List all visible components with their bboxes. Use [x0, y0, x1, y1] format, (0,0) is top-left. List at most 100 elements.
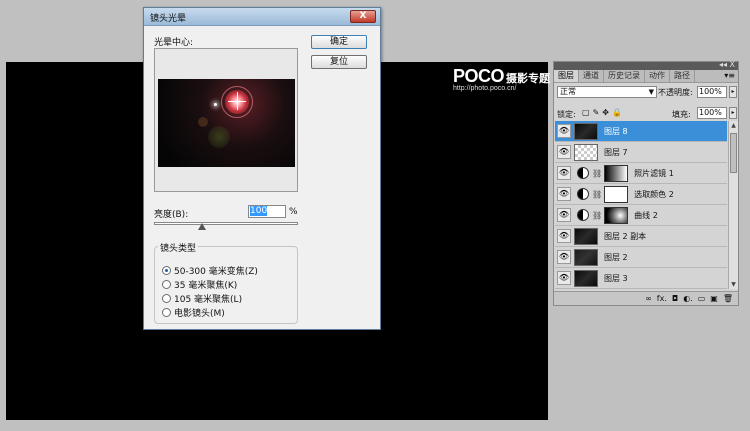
layer-mask-thumbnail[interactable]: [604, 185, 629, 203]
tab-history[interactable]: 历史记录: [604, 70, 645, 82]
eye-icon[interactable]: 👁: [557, 229, 571, 243]
flare-star: [214, 103, 217, 106]
flare-center-label: 光晕中心:: [154, 38, 194, 48]
tab-actions[interactable]: 动作: [645, 70, 670, 82]
lens-type-label: 电影镜头(M): [174, 308, 225, 319]
watermark: POCO 摄影专题 http://photo.poco.cn/: [453, 66, 550, 92]
chain-link-icon[interactable]: ⛓: [592, 211, 602, 220]
brightness-input[interactable]: 100: [248, 205, 286, 218]
radio-button[interactable]: [162, 293, 171, 303]
layer-name: 图层 7: [604, 147, 628, 157]
opacity-input[interactable]: 100%: [697, 86, 727, 98]
layer-name: 照片滤镜 1: [634, 168, 674, 178]
layer-thumbnail[interactable]: [574, 269, 598, 287]
adjustment-icon: [577, 188, 589, 200]
lens-type-radio-2[interactable]: 105 毫米聚焦(L): [162, 292, 243, 305]
scroll-down-icon[interactable]: ▼: [729, 280, 738, 289]
flare-preview-box[interactable]: [154, 48, 298, 192]
new-group-icon[interactable]: ▭: [698, 294, 706, 303]
eye-icon[interactable]: 👁: [557, 124, 571, 138]
layer-thumbnail[interactable]: [574, 248, 598, 266]
eye-icon[interactable]: 👁: [557, 187, 571, 201]
new-layer-icon[interactable]: ▣: [710, 294, 718, 303]
chain-link-icon[interactable]: ⛓: [592, 190, 602, 199]
lens-type-label: 105 毫米聚焦(L): [174, 294, 243, 305]
fill-arrow-icon[interactable]: ▸: [729, 107, 737, 119]
tab-layers[interactable]: 图层: [554, 70, 579, 82]
blend-mode-value: 正常: [560, 87, 576, 96]
eye-icon[interactable]: 👁: [557, 208, 571, 222]
lock-label: 锁定:: [557, 110, 576, 119]
layer-style-icon[interactable]: fx.: [657, 294, 667, 303]
layers-scrollbar[interactable]: ▲ ▼: [728, 121, 738, 289]
layer-name: 图层 2: [604, 252, 628, 262]
layer-mask-thumbnail[interactable]: [604, 206, 629, 224]
eye-icon[interactable]: 👁: [557, 166, 571, 180]
radio-button[interactable]: [162, 279, 171, 289]
fill-label: 填充:: [672, 110, 691, 119]
layer-row[interactable]: 👁 ⛓ 照片滤镜 1: [555, 163, 727, 184]
lens-type-title: 镜头类型: [158, 241, 199, 254]
layer-name: 选取颜色 2: [634, 189, 674, 199]
adjustment-layer-icon[interactable]: ◐.: [683, 294, 693, 303]
eye-icon[interactable]: 👁: [557, 145, 571, 159]
ok-button[interactable]: 确定: [311, 35, 367, 49]
close-button[interactable]: X: [350, 10, 376, 23]
flare-ghost: [208, 126, 230, 148]
layer-row[interactable]: 👁 图层 8: [555, 121, 727, 142]
flare-preview[interactable]: [158, 79, 295, 167]
radio-button[interactable]: [162, 265, 171, 275]
panel-collapse-icon[interactable]: ◂◂ X: [719, 60, 735, 69]
opacity-label: 不透明度:: [658, 88, 693, 97]
layers-list: 👁 图层 8 👁 图层 7 👁 ⛓ 照片滤镜 1 👁 ⛓ 选取颜色 2 👁 ⛓ 曲线 2 👁 图层 2 副本…: [555, 121, 727, 289]
dialog-title: 镜头光晕: [150, 14, 187, 24]
layer-row[interactable]: 👁 图层 2: [555, 247, 727, 268]
layer-name: 图层 8: [604, 126, 628, 136]
fill-input[interactable]: 100%: [697, 107, 727, 119]
blend-mode-select[interactable]: 正常 ▼: [557, 86, 657, 98]
lock-all-icon[interactable]: 🔒: [612, 108, 622, 117]
lens-type-radio-3[interactable]: 电影镜头(M): [162, 306, 225, 319]
scroll-up-icon[interactable]: ▲: [729, 121, 738, 130]
panel-menu-icon[interactable]: ▾≡: [724, 70, 738, 82]
panel-header[interactable]: ◂◂ X: [554, 60, 738, 70]
layer-row[interactable]: 👁 图层 7: [555, 142, 727, 163]
watermark-name: 摄影专题: [506, 72, 551, 85]
dialog-titlebar[interactable]: 镜头光晕 X: [144, 8, 380, 26]
panel-footer: ∞ fx. ◘ ◐. ▭ ▣ 🗑: [554, 291, 738, 305]
brightness-slider-thumb[interactable]: [198, 223, 206, 230]
layer-row[interactable]: 👁 ⛓ 曲线 2: [555, 205, 727, 226]
layer-thumbnail[interactable]: [574, 227, 598, 245]
watermark-url: http://photo.poco.cn/: [453, 85, 517, 92]
reset-button[interactable]: 复位: [311, 55, 367, 69]
layer-row[interactable]: 👁 图层 3: [555, 268, 727, 289]
layer-mask-thumbnail[interactable]: [604, 164, 629, 182]
lock-transparency-icon[interactable]: ▢: [582, 108, 590, 117]
layer-row[interactable]: 👁 图层 2 副本: [555, 226, 727, 247]
adjustment-icon: [577, 209, 589, 221]
layer-row[interactable]: 👁 ⛓ 选取颜色 2: [555, 184, 727, 205]
eye-icon[interactable]: 👁: [557, 271, 571, 285]
chain-link-icon[interactable]: ⛓: [592, 169, 602, 178]
lens-type-radio-1[interactable]: 35 毫米聚焦(K): [162, 278, 237, 291]
opacity-arrow-icon[interactable]: ▸: [729, 86, 737, 98]
lens-type-label: 50-300 毫米变焦(Z): [174, 266, 258, 277]
panel-tabs: 图层 通道 历史记录 动作 路径 ▾≡: [554, 70, 738, 83]
layer-name: 图层 3: [604, 273, 628, 283]
lock-icons: ▢ ✎ ✥ 🔒: [582, 108, 622, 117]
layer-thumbnail[interactable]: [574, 122, 598, 140]
tab-paths[interactable]: 路径: [670, 70, 695, 82]
lens-type-radio-0[interactable]: 50-300 毫米变焦(Z): [162, 264, 258, 277]
link-layers-icon[interactable]: ∞: [645, 294, 652, 303]
layer-thumbnail[interactable]: [574, 143, 598, 161]
lock-pixels-icon[interactable]: ✎: [593, 108, 600, 117]
radio-button[interactable]: [162, 307, 171, 317]
scroll-thumb[interactable]: [730, 133, 737, 173]
add-mask-icon[interactable]: ◘: [672, 294, 678, 303]
tab-channels[interactable]: 通道: [579, 70, 604, 82]
lock-position-icon[interactable]: ✥: [602, 108, 609, 117]
trash-icon[interactable]: 🗑: [723, 294, 733, 303]
eye-icon[interactable]: 👁: [557, 250, 571, 264]
flare-crosshair-v[interactable]: [237, 92, 238, 110]
brightness-slider-track[interactable]: [154, 222, 298, 225]
